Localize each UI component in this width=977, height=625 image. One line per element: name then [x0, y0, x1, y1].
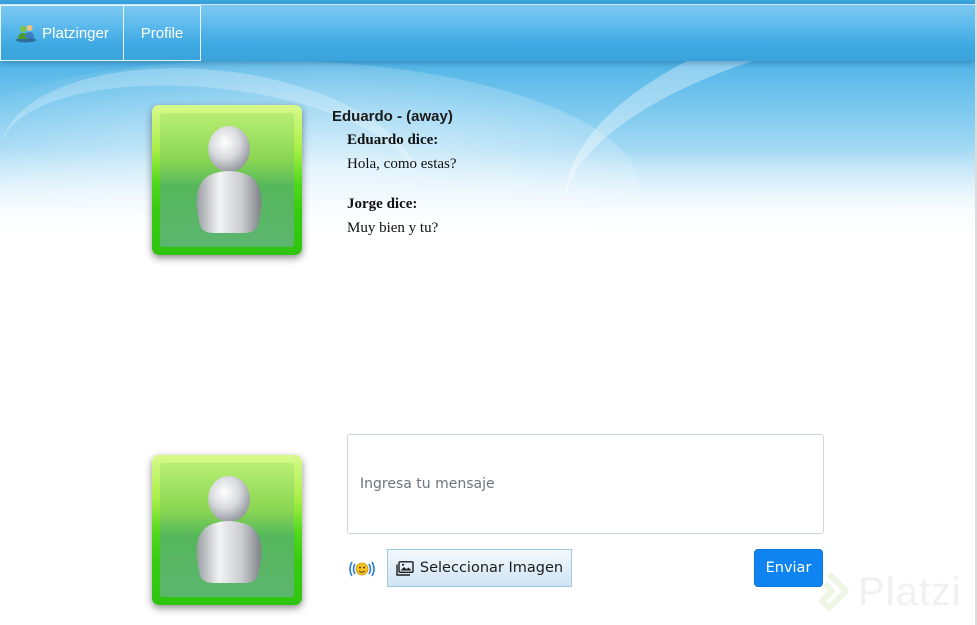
message-text: Hola, como estas? [347, 156, 457, 172]
image-icon [396, 560, 414, 576]
select-image-button[interactable]: Seleccionar Imagen [387, 549, 572, 587]
send-label: Enviar [765, 560, 812, 576]
message-sender: Eduardo dice: [347, 132, 439, 148]
contact-avatar [152, 105, 302, 255]
background-fade [0, 150, 977, 250]
message-text: Muy bien y tu? [347, 220, 439, 236]
select-image-label: Seleccionar Imagen [419, 560, 564, 576]
platzi-watermark: Platzi [806, 565, 976, 620]
nudge-icon[interactable] [347, 558, 377, 580]
nav-brand-platzinger[interactable]: Platzinger [0, 5, 124, 61]
nav-brand-label: Platzinger [42, 24, 109, 42]
self-avatar [152, 455, 302, 605]
top-navbar: Platzinger Profile [0, 4, 975, 61]
chat-title: Eduardo - (away) [332, 108, 453, 125]
platzi-logo-icon [819, 571, 849, 611]
message-input[interactable] [347, 434, 824, 534]
users-icon [16, 25, 37, 43]
watermark-label: Platzi [858, 570, 962, 614]
user-avatar-icon [196, 476, 262, 583]
message-sender: Jorge dice: [347, 196, 418, 212]
nav-profile-label: Profile [140, 24, 184, 42]
user-avatar-icon [196, 126, 262, 233]
nav-item-profile[interactable]: Profile [124, 5, 201, 61]
